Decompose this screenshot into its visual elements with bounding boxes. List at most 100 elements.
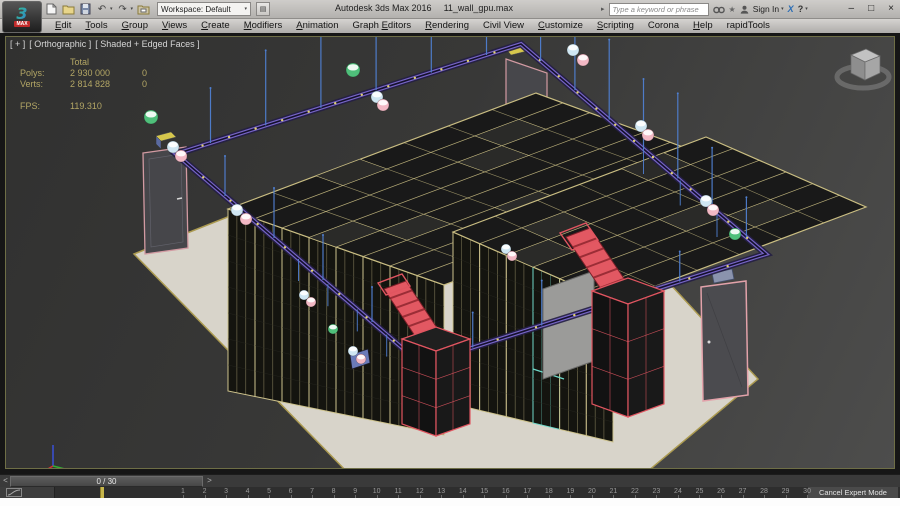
- workspace-settings-button[interactable]: ▤: [256, 2, 270, 16]
- exchange-apps-icon[interactable]: X: [788, 4, 794, 14]
- frame-tick-26: 26: [717, 488, 725, 495]
- favorites-star-icon[interactable]: ★: [729, 5, 736, 14]
- previous-frame-button[interactable]: <: [1, 475, 10, 487]
- menu-item-animation[interactable]: Animation: [289, 20, 345, 31]
- maximize-button[interactable]: □: [868, 1, 874, 16]
- frame-tick-24: 24: [674, 488, 682, 495]
- title-bar: 3 MAX ↶ ▾ ↷ ▾ Workspace: Default ▾ ▤ Aut…: [0, 0, 900, 19]
- stats-fps-value: 119.310: [70, 101, 142, 112]
- time-slider[interactable]: < 0 / 30 >: [0, 474, 900, 487]
- menu-item-rendering[interactable]: Rendering: [418, 20, 476, 31]
- sign-in-label[interactable]: Sign In: [753, 4, 779, 14]
- viewport-orthographic[interactable]: [ + ] [ Orthographic ] [ Shaded + Edged …: [5, 36, 895, 469]
- frame-tick-13: 13: [437, 488, 445, 495]
- workspace-selector[interactable]: Workspace: Default ▾: [157, 2, 251, 16]
- frame-tick-28: 28: [760, 488, 768, 495]
- menu-bar: EditToolsGroupViewsCreateModifiersAnimat…: [0, 18, 900, 33]
- undo-dropdown-icon[interactable]: ▾: [110, 6, 113, 12]
- viewport-statistics: Total Polys: 2 930 000 0 Verts: 2 814 82…: [20, 57, 162, 112]
- menu-item-modifiers[interactable]: Modifiers: [237, 20, 290, 31]
- viewport-label: [ + ] [ Orthographic ] [ Shaded + Edged …: [10, 39, 200, 49]
- new-file-icon[interactable]: [44, 3, 58, 16]
- redo-icon[interactable]: ↷: [116, 3, 130, 16]
- cancel-expert-mode-button[interactable]: Cancel Expert Mode: [808, 487, 898, 498]
- viewport-shading-menu[interactable]: [ Shaded + Edged Faces ]: [95, 39, 199, 49]
- menu-item-views[interactable]: Views: [155, 20, 194, 31]
- menu-item-graph-editors[interactable]: Graph Editors: [346, 20, 419, 31]
- frame-tick-18: 18: [545, 488, 553, 495]
- menu-item-edit[interactable]: Edit: [48, 20, 78, 31]
- frame-tick-27: 27: [739, 488, 747, 495]
- quick-access-toolbar: ↶ ▾ ↷ ▾ Workspace: Default ▾ ▤: [44, 2, 270, 16]
- menu-item-create[interactable]: Create: [194, 20, 237, 31]
- stats-polys-label: Polys:: [20, 68, 70, 79]
- time-slider-handle[interactable]: 0 / 30: [10, 476, 203, 487]
- close-button[interactable]: ×: [888, 1, 894, 16]
- sign-in-dropdown-icon[interactable]: ▾: [781, 6, 784, 12]
- window-title: Autodesk 3ds Max 2016 11_wall_gpu.max: [335, 3, 513, 13]
- frame-tick-29: 29: [782, 488, 790, 495]
- stats-verts-value: 2 814 828: [70, 79, 142, 90]
- app-title: Autodesk 3ds Max 2016: [335, 3, 432, 13]
- frame-tick-25: 25: [696, 488, 704, 495]
- mini-curve-editor-icon: [6, 488, 22, 497]
- help-dropdown-icon[interactable]: ▾: [805, 6, 808, 12]
- stats-fps-label: FPS:: [20, 101, 70, 112]
- frame-tick-6: 6: [289, 488, 293, 495]
- save-file-icon[interactable]: [78, 3, 92, 16]
- stats-polys-extra: 0: [142, 68, 162, 79]
- redo-dropdown-icon[interactable]: ▾: [131, 6, 134, 12]
- search-input[interactable]: [609, 3, 709, 16]
- viewport-pov-menu[interactable]: [ Orthographic ]: [29, 39, 91, 49]
- stats-verts-label: Verts:: [20, 79, 70, 90]
- frame-tick-11: 11: [395, 488, 402, 495]
- rack-end-cap: [228, 209, 255, 397]
- frame-tick-20: 20: [588, 488, 596, 495]
- frame-tick-30: 30: [803, 488, 811, 495]
- window-controls: – □ ×: [849, 1, 894, 16]
- menu-item-help[interactable]: Help: [686, 20, 720, 31]
- frame-tick-22: 22: [631, 488, 639, 495]
- menu-item-group[interactable]: Group: [115, 20, 155, 31]
- track-bar[interactable]: Cancel Expert Mode 123456789101112131415…: [0, 487, 900, 498]
- frame-tick-12: 12: [416, 488, 424, 495]
- infocenter: ▸ ★ Sign In ▾ X ? ▾: [601, 2, 808, 16]
- document-title: 11_wall_gpu.max: [444, 3, 513, 13]
- viewport-frame: [ + ] [ Orthographic ] [ Shaded + Edged …: [0, 33, 900, 474]
- frame-tick-10: 10: [373, 488, 381, 495]
- frame-tick-14: 14: [459, 488, 467, 495]
- minimize-button[interactable]: –: [849, 1, 855, 16]
- next-frame-button[interactable]: >: [204, 475, 215, 487]
- frame-tick-17: 17: [523, 488, 531, 495]
- menu-item-tools[interactable]: Tools: [78, 20, 114, 31]
- undo-icon[interactable]: ↶: [95, 3, 109, 16]
- frame-tick-21: 21: [609, 488, 617, 495]
- frame-tick-19: 19: [566, 488, 574, 495]
- infocenter-collapse-icon[interactable]: ▸: [601, 5, 605, 13]
- frame-tick-2: 2: [203, 488, 207, 495]
- viewport-general-menu[interactable]: [ + ]: [10, 39, 25, 49]
- application-menu-button[interactable]: 3 MAX: [2, 1, 42, 33]
- menu-item-civil-view[interactable]: Civil View: [476, 20, 531, 31]
- frame-tick-9: 9: [353, 488, 357, 495]
- menu-item-corona[interactable]: Corona: [641, 20, 686, 31]
- stats-polys-value: 2 930 000: [70, 68, 142, 79]
- open-file-icon[interactable]: [61, 3, 75, 16]
- frame-tick-5: 5: [267, 488, 271, 495]
- open-mini-curve-editor-button[interactable]: [0, 487, 55, 498]
- current-frame-marker[interactable]: [100, 487, 104, 498]
- stats-verts-extra: 0: [142, 79, 162, 90]
- frame-tick-8: 8: [332, 488, 336, 495]
- rack-end-cap: [363, 257, 390, 425]
- menu-item-customize[interactable]: Customize: [531, 20, 590, 31]
- workspace-dropdown-icon: ▾: [245, 6, 248, 12]
- search-binoculars-icon[interactable]: [713, 5, 725, 14]
- help-icon[interactable]: ?: [798, 4, 804, 14]
- frame-tick-15: 15: [480, 488, 488, 495]
- frame-tick-16: 16: [502, 488, 510, 495]
- menu-item-scripting[interactable]: Scripting: [590, 20, 641, 31]
- set-project-folder-icon[interactable]: [136, 3, 150, 16]
- menu-item-rapidtools[interactable]: rapidTools: [720, 20, 777, 31]
- sign-in-person-icon[interactable]: [740, 5, 749, 14]
- stats-total-header: Total: [70, 57, 142, 68]
